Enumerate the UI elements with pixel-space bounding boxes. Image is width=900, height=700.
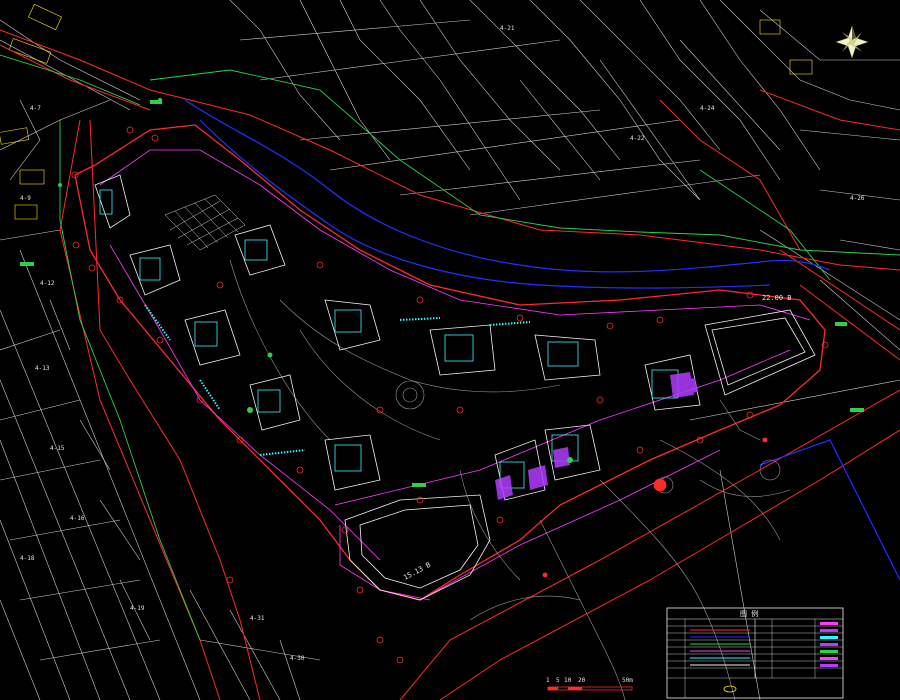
internal-roads	[99, 149, 811, 601]
highlighted-units	[495, 372, 698, 500]
parcel-label: 4-7	[30, 105, 41, 112]
river	[184, 99, 900, 581]
parcel-label: 4-21	[500, 25, 515, 32]
residential-buildings	[94, 174, 816, 601]
building-villa-b2	[249, 374, 301, 431]
parcel-label: 4-13	[35, 365, 50, 372]
building-villa-a3	[234, 224, 286, 276]
road-width-label: 15.13 B	[402, 561, 432, 582]
building-villa-a1	[94, 174, 131, 229]
site-plan-drawing: 4-7 4-9 4-12 4-13 4-15 4-16 4-18 4-19 4-…	[0, 0, 900, 700]
parcel-label: 4-16	[70, 515, 85, 522]
parcel-label: 4-22	[630, 135, 645, 142]
existing-houses	[0, 3, 813, 220]
parcel-lines	[0, 0, 900, 700]
scale-tick: 10	[564, 677, 572, 684]
parcel-label: 4-12	[40, 280, 55, 287]
building-villa-a5	[429, 324, 496, 376]
parcel-label: 4-31	[250, 615, 265, 622]
building-villa-a2	[129, 244, 181, 296]
road-boundary	[0, 29, 900, 700]
parcel-label: 4-18	[20, 555, 35, 562]
building-villa-b3	[324, 434, 381, 491]
parcel-label: 4-26	[850, 195, 865, 202]
site-boundary	[74, 124, 826, 601]
scale-tick: 50m	[622, 677, 633, 684]
building-villa-b1	[184, 309, 241, 366]
compass-rose-icon	[835, 25, 869, 59]
scale-tick: 5	[556, 677, 560, 684]
building-commercial-south	[344, 494, 491, 601]
scale-tick: 20	[578, 677, 586, 684]
building-commercial-east	[704, 309, 816, 396]
building-villa-a6	[534, 334, 601, 381]
legend-table: 图 例	[666, 607, 844, 699]
parcel-label: 4-24	[700, 105, 715, 112]
scale-tick: 1	[546, 677, 550, 684]
road-width-label: 22.00 B	[762, 294, 792, 302]
parcel-label: 4-19	[130, 605, 145, 612]
parcel-label: 4-9	[20, 195, 31, 202]
parcel-label: 4-30	[290, 655, 305, 662]
parcel-label: 4-15	[50, 445, 65, 452]
building-villa-b5	[544, 424, 601, 481]
plaza-hatch	[164, 194, 246, 251]
site-plan-canvas: 4-7 4-9 4-12 4-13 4-15 4-16 4-18 4-19 4-…	[0, 0, 900, 700]
hedges	[144, 304, 531, 456]
legend-title: 图 例	[740, 609, 758, 618]
